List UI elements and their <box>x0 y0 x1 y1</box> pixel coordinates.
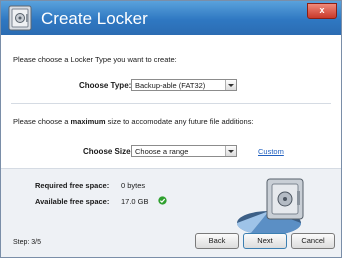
safe-icon <box>8 5 32 31</box>
size-instruction-bold: maximum <box>70 117 106 126</box>
size-select[interactable]: Choose a range <box>131 145 237 157</box>
cancel-button[interactable]: Cancel <box>291 233 335 249</box>
required-space-label: Required free space: <box>35 181 110 190</box>
create-locker-window: Create Locker x Please choose a Locker T… <box>0 0 342 258</box>
required-space-value: 0 bytes <box>121 181 146 190</box>
next-button[interactable]: Next <box>243 233 287 249</box>
title-bar: Create Locker x <box>1 1 341 35</box>
custom-link[interactable]: Custom <box>258 147 284 156</box>
locker-type-select[interactable]: Backup-able (FAT32) <box>131 79 237 91</box>
locker-type-value: Backup-able (FAT32) <box>135 81 206 90</box>
step-indicator: Step: 3/5 <box>13 239 42 246</box>
close-icon: x <box>319 5 325 15</box>
locker-pie-illustration <box>236 178 304 236</box>
check-circle-icon <box>158 196 167 205</box>
choose-type-label: Choose Type: <box>79 81 132 90</box>
available-space-value: 17.0 GB <box>121 197 149 206</box>
section-divider <box>11 103 331 104</box>
back-button[interactable]: Back <box>195 233 239 249</box>
size-instruction: Please choose a maximum size to accomoda… <box>13 117 254 126</box>
chevron-down-icon[interactable] <box>225 146 236 156</box>
choose-size-label: Choose Size: <box>83 147 134 156</box>
close-button[interactable]: x <box>307 3 337 19</box>
window-title: Create Locker <box>41 9 148 28</box>
size-instruction-suffix: size to accomodate any future file addit… <box>105 117 254 126</box>
available-space-label: Available free space: <box>35 197 110 206</box>
locker-type-instruction: Please choose a Locker Type you want to … <box>13 55 177 64</box>
size-instruction-prefix: Please choose a <box>13 117 71 126</box>
size-value: Choose a range <box>135 147 189 156</box>
chevron-down-icon[interactable] <box>225 80 236 90</box>
